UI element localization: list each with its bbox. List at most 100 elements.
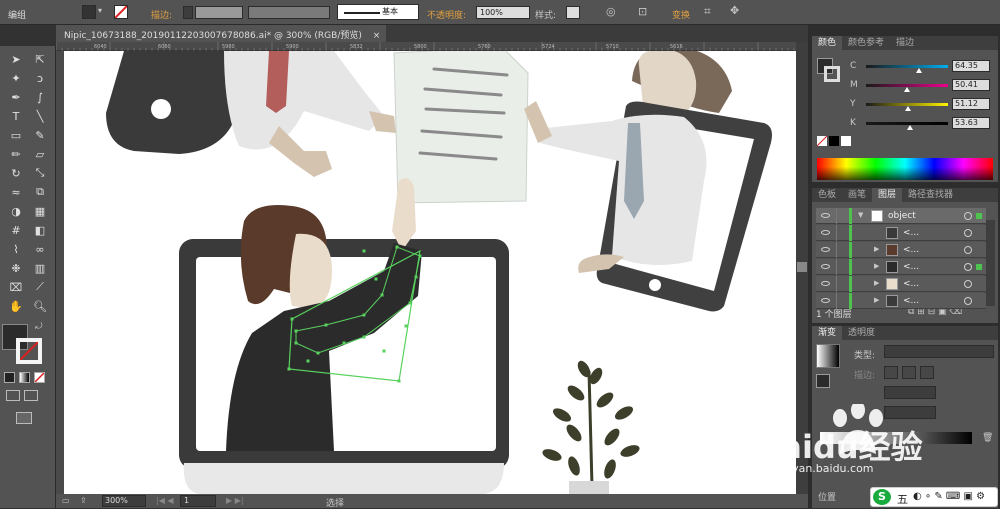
tab-transparency[interactable]: 透明度 bbox=[842, 326, 881, 340]
artboard-tool-icon[interactable]: ⌧ bbox=[6, 278, 26, 296]
anchor-point[interactable] bbox=[362, 313, 366, 317]
expand-triangle-icon[interactable]: ▶ bbox=[874, 245, 879, 253]
ime-icons[interactable]: ◐ ∘ ✎ ⌨ ▣ ⚙ bbox=[913, 491, 985, 502]
paintbrush-tool-icon[interactable]: ✎ bbox=[30, 126, 50, 144]
warp-tool-icon[interactable]: ≈ bbox=[6, 183, 26, 201]
eraser-tool-icon[interactable]: ▱ bbox=[30, 145, 50, 163]
variable-width-select[interactable] bbox=[248, 6, 330, 19]
slice-tool-icon[interactable]: ⟋ bbox=[30, 278, 50, 296]
transform-link[interactable]: 变换 bbox=[672, 8, 690, 21]
gradient-type-select[interactable] bbox=[884, 345, 994, 358]
layer-row[interactable]: ▶ <... bbox=[816, 242, 986, 258]
visibility-eye-icon[interactable] bbox=[821, 247, 830, 252]
layer-row[interactable]: ▶ <... bbox=[816, 276, 986, 292]
target-circle-icon[interactable] bbox=[964, 280, 972, 288]
artboard-canvas[interactable] bbox=[64, 51, 796, 494]
tab-pathfinder[interactable]: 路径查找器 bbox=[902, 188, 959, 202]
visibility-eye-icon[interactable] bbox=[821, 264, 830, 269]
magic-wand-tool-icon[interactable]: ✦ bbox=[6, 69, 26, 87]
stroke-color-box[interactable] bbox=[16, 338, 42, 364]
white-swatch[interactable] bbox=[841, 136, 851, 146]
layer-name[interactable]: <... bbox=[903, 245, 919, 255]
anchor-point[interactable] bbox=[294, 341, 298, 345]
page-select[interactable]: 1 bbox=[180, 495, 216, 507]
layer-name[interactable]: <... bbox=[903, 262, 919, 272]
anchor-point[interactable] bbox=[324, 323, 328, 327]
stroke-gradient-within-icon[interactable] bbox=[884, 366, 898, 379]
tab-layers[interactable]: 图层 bbox=[872, 188, 903, 202]
tab-color[interactable]: 颜色 bbox=[812, 36, 843, 50]
sogou-logo-icon[interactable]: S bbox=[873, 489, 891, 505]
selection-tool-icon[interactable]: ➤ bbox=[6, 50, 26, 68]
tab-gradient[interactable]: 渐变 bbox=[812, 326, 843, 340]
none-swatch[interactable] bbox=[816, 135, 828, 147]
black-swatch[interactable] bbox=[829, 136, 839, 146]
selected-art-indicator[interactable] bbox=[976, 213, 982, 219]
tab-stroke[interactable]: 描边 bbox=[890, 36, 920, 50]
layer-row[interactable]: <... bbox=[816, 225, 986, 241]
artboard-nav-icon[interactable]: ▭ bbox=[62, 496, 70, 505]
perspective-grid-tool-icon[interactable]: ▦ bbox=[30, 202, 50, 220]
channel-value-input[interactable]: 64.35 bbox=[952, 60, 990, 72]
slider-handle-icon[interactable] bbox=[904, 87, 911, 92]
slider-handle-icon[interactable] bbox=[904, 106, 911, 111]
blend-tool-icon[interactable]: ∞ bbox=[30, 240, 50, 258]
tablet-top-left[interactable] bbox=[106, 51, 239, 154]
slider-handle-icon[interactable] bbox=[906, 125, 913, 130]
anchor-point[interactable] bbox=[382, 349, 386, 353]
selected-art-indicator[interactable] bbox=[976, 264, 982, 270]
visibility-eye-icon[interactable] bbox=[821, 230, 830, 235]
anchor-point[interactable] bbox=[362, 335, 366, 339]
ime-toolbar[interactable]: S 五 ◐ ∘ ✎ ⌨ ▣ ⚙ bbox=[870, 487, 998, 507]
top-left-tablet-group[interactable] bbox=[106, 51, 396, 177]
anchor-point[interactable] bbox=[316, 351, 320, 355]
anchor-point[interactable] bbox=[418, 254, 422, 258]
color-mode-icon[interactable] bbox=[4, 372, 15, 383]
monitor-group[interactable] bbox=[179, 178, 509, 494]
curvature-tool-icon[interactable]: ∫ bbox=[30, 88, 50, 106]
isolate-icon[interactable]: ⌗ bbox=[704, 4, 711, 19]
visibility-eye-icon[interactable] bbox=[821, 281, 830, 286]
anchor-point[interactable] bbox=[287, 367, 291, 371]
column-graph-tool-icon[interactable]: ▥ bbox=[30, 259, 50, 277]
align-icon[interactable]: ⊡ bbox=[638, 5, 647, 18]
tab-color-guide[interactable]: 颜色参考 bbox=[842, 36, 890, 50]
layer-name[interactable]: <... bbox=[903, 279, 919, 289]
expand-triangle-icon[interactable]: ▶ bbox=[874, 279, 879, 287]
document-tab[interactable]: Nipic_10673188_20190112203007678086.ai* … bbox=[56, 25, 386, 42]
stroke-label[interactable]: 描边: bbox=[151, 8, 172, 21]
none-mode-icon[interactable] bbox=[34, 372, 45, 383]
anchor-point[interactable] bbox=[362, 249, 366, 253]
target-circle-icon[interactable] bbox=[964, 229, 972, 237]
ime-mode-label[interactable]: 五 bbox=[897, 491, 908, 507]
visibility-eye-icon[interactable] bbox=[821, 213, 830, 218]
swap-colors-icon[interactable]: ⤾ bbox=[35, 322, 43, 332]
draw-mode-icon[interactable] bbox=[6, 390, 20, 401]
stroke-gradient-along-icon[interactable] bbox=[902, 366, 916, 379]
opacity-label[interactable]: 不透明度: bbox=[427, 8, 466, 21]
right-phone-man-group[interactable] bbox=[524, 51, 772, 312]
hand-tool-icon[interactable]: ✋ bbox=[6, 297, 26, 315]
panel-stroke-swatch[interactable] bbox=[824, 66, 840, 82]
anchor-point[interactable] bbox=[342, 341, 346, 345]
layer-name[interactable]: <... bbox=[903, 228, 919, 238]
zoom-select[interactable]: 300% bbox=[102, 495, 146, 507]
next-page-icon[interactable]: ▶ ▶| bbox=[226, 496, 244, 505]
lasso-tool-icon[interactable]: ↄ bbox=[30, 69, 50, 87]
anchor-point[interactable] bbox=[395, 245, 399, 249]
stroke-gradient-across-icon[interactable] bbox=[920, 366, 934, 379]
pencil-tool-icon[interactable]: ✏ bbox=[6, 145, 26, 163]
brush-profile-select[interactable]: 基本 bbox=[337, 4, 419, 20]
style-swatch[interactable] bbox=[566, 6, 580, 19]
anchor-point[interactable] bbox=[397, 379, 401, 383]
target-circle-icon[interactable] bbox=[964, 263, 972, 271]
stroke-weight-stepper[interactable] bbox=[183, 6, 193, 19]
symbol-sprayer-tool-icon[interactable]: ❉ bbox=[6, 259, 26, 277]
gradient-preview[interactable] bbox=[816, 344, 840, 368]
target-circle-icon[interactable] bbox=[964, 297, 972, 305]
expand-triangle-icon[interactable]: ▶ bbox=[874, 262, 879, 270]
rectangle-tool-icon[interactable]: ▭ bbox=[6, 126, 26, 144]
gradient-angle-input[interactable] bbox=[884, 386, 936, 399]
gradient-fill-swatch[interactable] bbox=[816, 374, 830, 388]
channel-value-input[interactable]: 53.63 bbox=[952, 117, 990, 129]
